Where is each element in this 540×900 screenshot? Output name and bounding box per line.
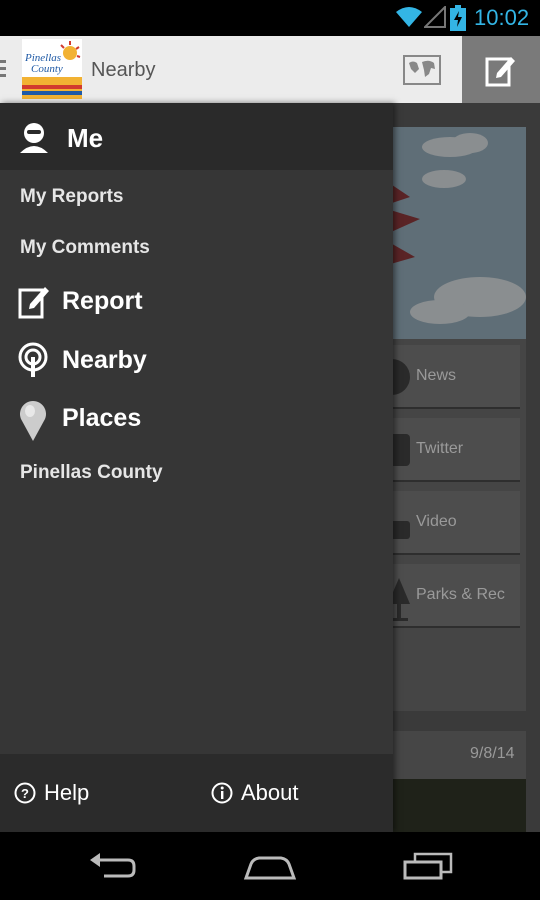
- pin-icon: [20, 401, 46, 441]
- edit-icon: [18, 287, 49, 319]
- tile-label: News: [416, 367, 457, 384]
- battery-charging-icon: [450, 5, 466, 31]
- tile-label: Video: [416, 513, 457, 530]
- drawer-indicator-icon[interactable]: [0, 58, 8, 80]
- drawer-item-pinellas-county[interactable]: Pinellas County: [20, 461, 163, 485]
- action-bar: Pinellas County Nearby: [0, 36, 540, 103]
- tile-label: Parks & Rec: [416, 586, 505, 603]
- drawer-item-my-comments[interactable]: My Comments: [20, 236, 150, 260]
- status-bar: 10:02: [0, 0, 540, 36]
- tile-parks-rec[interactable]: Parks & Rec: [380, 564, 520, 628]
- help-button[interactable]: ? Help: [14, 754, 89, 832]
- drawer-item-label: Report: [62, 287, 143, 315]
- drawer-me-label: Me: [67, 123, 104, 153]
- drawer-item-report[interactable]: Report: [0, 276, 393, 328]
- clock: 10:02: [474, 5, 530, 30]
- person-icon: [20, 123, 48, 153]
- svg-text:County: County: [31, 63, 63, 75]
- drawer-item-label: Places: [62, 404, 142, 432]
- drawer-item-my-reports[interactable]: My Reports: [20, 185, 123, 209]
- about-button[interactable]: About: [211, 754, 299, 832]
- tile-twitter[interactable]: Twitter: [380, 418, 520, 482]
- tile-video[interactable]: Video: [380, 491, 520, 555]
- news-date: 9/8/14: [470, 745, 515, 762]
- hero-image: [380, 127, 526, 339]
- home-icon: [243, 856, 297, 880]
- svg-text:?: ?: [21, 786, 29, 801]
- app-logo[interactable]: Pinellas County: [22, 39, 82, 99]
- page-title: Nearby: [91, 59, 156, 81]
- drawer-item-label: Nearby: [62, 346, 147, 374]
- drawer-item-places[interactable]: Places: [0, 393, 393, 445]
- edit-button[interactable]: [462, 36, 540, 103]
- about-label: About: [241, 780, 299, 805]
- back-button[interactable]: [82, 846, 142, 886]
- news-image: [380, 779, 526, 832]
- drawer-item-nearby[interactable]: Nearby: [0, 335, 393, 387]
- pinellas-county-logo: Pinellas County: [22, 39, 82, 99]
- tile-news[interactable]: News: [380, 345, 520, 409]
- nearby-icon: [18, 342, 48, 377]
- help-icon: ?: [14, 782, 36, 804]
- tile-label: Twitter: [416, 440, 464, 457]
- recent-apps-button[interactable]: [398, 846, 458, 886]
- home-button[interactable]: [240, 846, 300, 886]
- wifi-icon: [396, 7, 422, 27]
- drawer-item-me[interactable]: Me: [0, 103, 393, 170]
- map-button[interactable]: [384, 36, 460, 103]
- system-nav-bar: [0, 832, 540, 900]
- map-icon: [403, 54, 441, 85]
- help-label: Help: [44, 780, 90, 805]
- navigation-drawer: Me My Reports My Comments Report Nearby …: [0, 103, 393, 832]
- signal-icon: [424, 6, 446, 28]
- info-icon: [211, 782, 233, 804]
- recent-apps-icon: [403, 852, 453, 880]
- back-icon: [90, 853, 136, 878]
- edit-icon: [485, 56, 515, 86]
- drawer-footer: ? Help About: [0, 754, 393, 832]
